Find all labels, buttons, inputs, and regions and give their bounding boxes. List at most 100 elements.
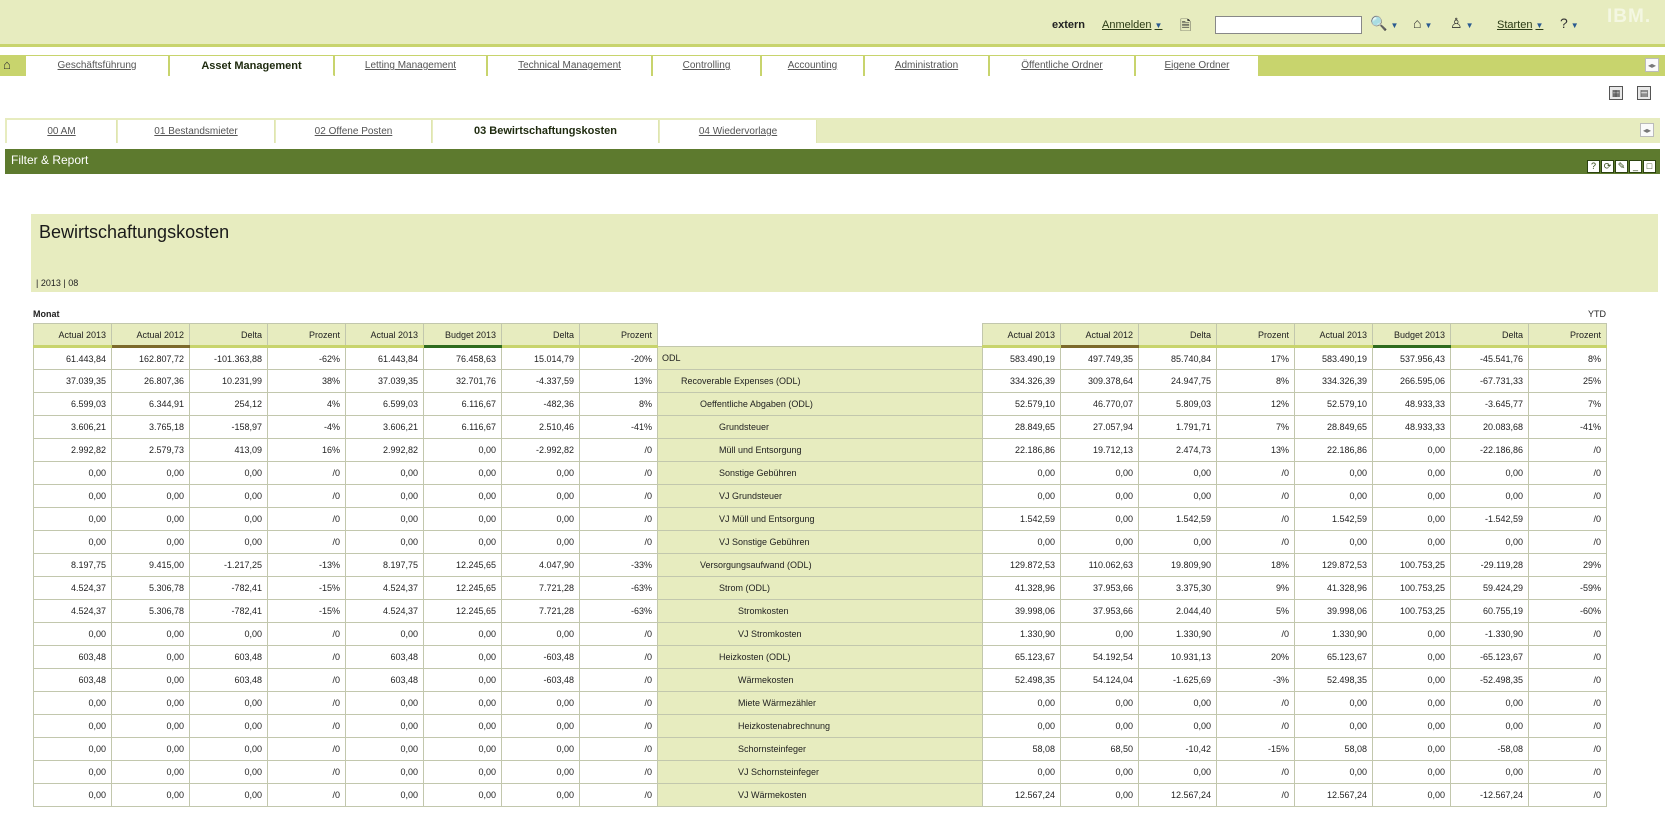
table-cell: 59.424,29	[1450, 576, 1529, 600]
subtab-scroll-arrows-icon[interactable]: ◂▸	[1640, 123, 1654, 137]
table-cell: /0	[1216, 507, 1295, 531]
tab-oeffentliche-ordner[interactable]: Öffentliche Ordner	[990, 56, 1135, 76]
search-input[interactable]	[1215, 16, 1362, 34]
refresh-icon[interactable]: ⟳	[1601, 160, 1614, 173]
report-title: Bewirtschaftungskosten	[39, 222, 230, 242]
table-cell: 65.123,67	[1294, 645, 1373, 669]
row-label[interactable]: Grundsteuer	[657, 415, 983, 439]
row-label[interactable]: Stromkosten	[657, 599, 983, 623]
column-header[interactable]: Actual 2013	[345, 323, 424, 348]
tab-administration[interactable]: Administration	[865, 56, 989, 76]
subtab-02-offene-posten[interactable]: 02 Offene Posten	[276, 120, 432, 143]
row-label[interactable]: Oeffentliche Abgaben (ODL)	[657, 392, 983, 416]
column-header[interactable]: Budget 2013	[423, 323, 502, 348]
subtab-03-bewirtschaftungskosten[interactable]: 03 Bewirtschaftungskosten	[433, 120, 659, 143]
column-header[interactable]: Actual 2013	[1294, 323, 1373, 348]
row-label[interactable]: Recoverable Expenses (ODL)	[657, 369, 983, 393]
subtab-00-am[interactable]: 00 AM	[7, 120, 117, 143]
column-header[interactable]: Prozent	[267, 323, 346, 348]
table-cell: /0	[579, 714, 658, 738]
table-cell: 0,00	[189, 622, 268, 646]
table-cell: 0,00	[1060, 760, 1139, 784]
table-cell: 0,00	[1138, 691, 1217, 715]
table-cell: 16%	[267, 438, 346, 462]
column-header[interactable]: Delta	[1138, 323, 1217, 348]
row-label[interactable]: VJ Müll und Entsorgung	[657, 507, 983, 531]
table-cell: 0,00	[111, 760, 190, 784]
table-cell: 0,00	[111, 484, 190, 508]
row-label[interactable]: VJ Wärmekosten	[657, 783, 983, 807]
table-cell: 0,00	[33, 507, 112, 531]
login-link[interactable]: Anmelden ▼	[1102, 19, 1162, 31]
subtab-04-wiedervorlage[interactable]: 04 Wiedervorlage	[660, 120, 817, 143]
row-label[interactable]: ODL	[657, 346, 983, 370]
tab-asset-management[interactable]: Asset Management	[170, 56, 334, 76]
table-cell: 0,00	[1294, 714, 1373, 738]
start-link[interactable]: Starten ▼	[1497, 19, 1543, 31]
minimize-icon[interactable]: _	[1629, 160, 1642, 173]
search-icon[interactable]: 🔍 ▼	[1370, 15, 1398, 33]
home-tab-icon[interactable]: ⌂	[3, 57, 21, 73]
row-label[interactable]: VJ Stromkosten	[657, 622, 983, 646]
row-label[interactable]: VJ Schornsteinfeger	[657, 760, 983, 784]
table-cell: 0,00	[423, 783, 502, 807]
row-label[interactable]: VJ Sonstige Gebühren	[657, 530, 983, 554]
table-cell: -10,42	[1138, 737, 1217, 761]
help-icon[interactable]: ?	[1587, 160, 1600, 173]
row-label[interactable]: Heizkosten (ODL)	[657, 645, 983, 669]
table-cell: /0	[1528, 714, 1607, 738]
table-cell: 0,00	[33, 461, 112, 485]
customize-icon[interactable]: ▤	[1637, 86, 1651, 100]
column-header[interactable]: Actual 2012	[1060, 323, 1139, 348]
maximize-icon[interactable]: □	[1643, 160, 1656, 173]
user-icon[interactable]: ♙ ▼	[1450, 15, 1473, 33]
row-label[interactable]: Sonstige Gebühren	[657, 461, 983, 485]
row-label[interactable]: Heizkostenabrechnung	[657, 714, 983, 738]
column-header[interactable]: Prozent	[1216, 323, 1295, 348]
table-cell: 0,00	[1138, 760, 1217, 784]
column-header[interactable]: Budget 2013	[1372, 323, 1451, 348]
row-label[interactable]: Schornsteinfeger	[657, 737, 983, 761]
table-cell: 19.809,90	[1138, 553, 1217, 577]
tab-eigene-ordner[interactable]: Eigene Ordner	[1136, 56, 1259, 76]
table-cell: 5.306,78	[111, 599, 190, 623]
home-icon[interactable]: ⌂ ▼	[1413, 15, 1432, 33]
row-label[interactable]: Müll und Entsorgung	[657, 438, 983, 462]
help-icon[interactable]: ? ▼	[1560, 15, 1579, 33]
column-header[interactable]: Delta	[189, 323, 268, 348]
tab-accounting[interactable]: Accounting	[762, 56, 864, 76]
table-cell: 1.330,90	[1294, 622, 1373, 646]
column-header[interactable]: Delta	[501, 323, 580, 348]
column-header[interactable]: Actual 2013	[33, 323, 112, 348]
subtab-01-bestandsmieter[interactable]: 01 Bestandsmieter	[118, 120, 275, 143]
row-label[interactable]: Wärmekosten	[657, 668, 983, 692]
row-label[interactable]: Versorgungsaufwand (ODL)	[657, 553, 983, 577]
document-icon[interactable]: 🗎	[1180, 15, 1191, 33]
table-cell: 9%	[1216, 576, 1295, 600]
tab-letting-management[interactable]: Letting Management	[335, 56, 487, 76]
table-cell: -101.363,88	[189, 346, 268, 370]
table-cell: 4.524,37	[33, 599, 112, 623]
tab-technical-management[interactable]: Technical Management	[488, 56, 652, 76]
table-cell: 0,00	[423, 438, 502, 462]
table-cell: 0,00	[982, 760, 1061, 784]
column-header[interactable]: Actual 2012	[111, 323, 190, 348]
table-cell: 0,00	[1060, 691, 1139, 715]
table-cell: 0,00	[111, 783, 190, 807]
tab-controlling[interactable]: Controlling	[653, 56, 761, 76]
tab-geschaeftsfuehrung[interactable]: Geschäftsführung	[26, 56, 169, 76]
row-label[interactable]: Miete Wärmezähler	[657, 691, 983, 715]
table-cell: 0,00	[423, 484, 502, 508]
column-header[interactable]: Prozent	[579, 323, 658, 348]
row-label[interactable]: Strom (ODL)	[657, 576, 983, 600]
layout-icon[interactable]: ▦	[1609, 86, 1623, 100]
row-label[interactable]: VJ Grundsteuer	[657, 484, 983, 508]
column-header[interactable]: Delta	[1450, 323, 1529, 348]
table-cell: 0,00	[982, 461, 1061, 485]
edit-icon[interactable]: ✎	[1615, 160, 1628, 173]
column-header[interactable]: Prozent	[1528, 323, 1607, 348]
tab-scroll-arrows-icon[interactable]: ◂▸	[1645, 58, 1659, 72]
table-row: 8.197,75 9.415,00 -1.217,25 -13% 8.197,75 12.…	[33, 553, 1607, 577]
column-header[interactable]: Actual 2013	[982, 323, 1061, 348]
table-cell: /0	[579, 622, 658, 646]
